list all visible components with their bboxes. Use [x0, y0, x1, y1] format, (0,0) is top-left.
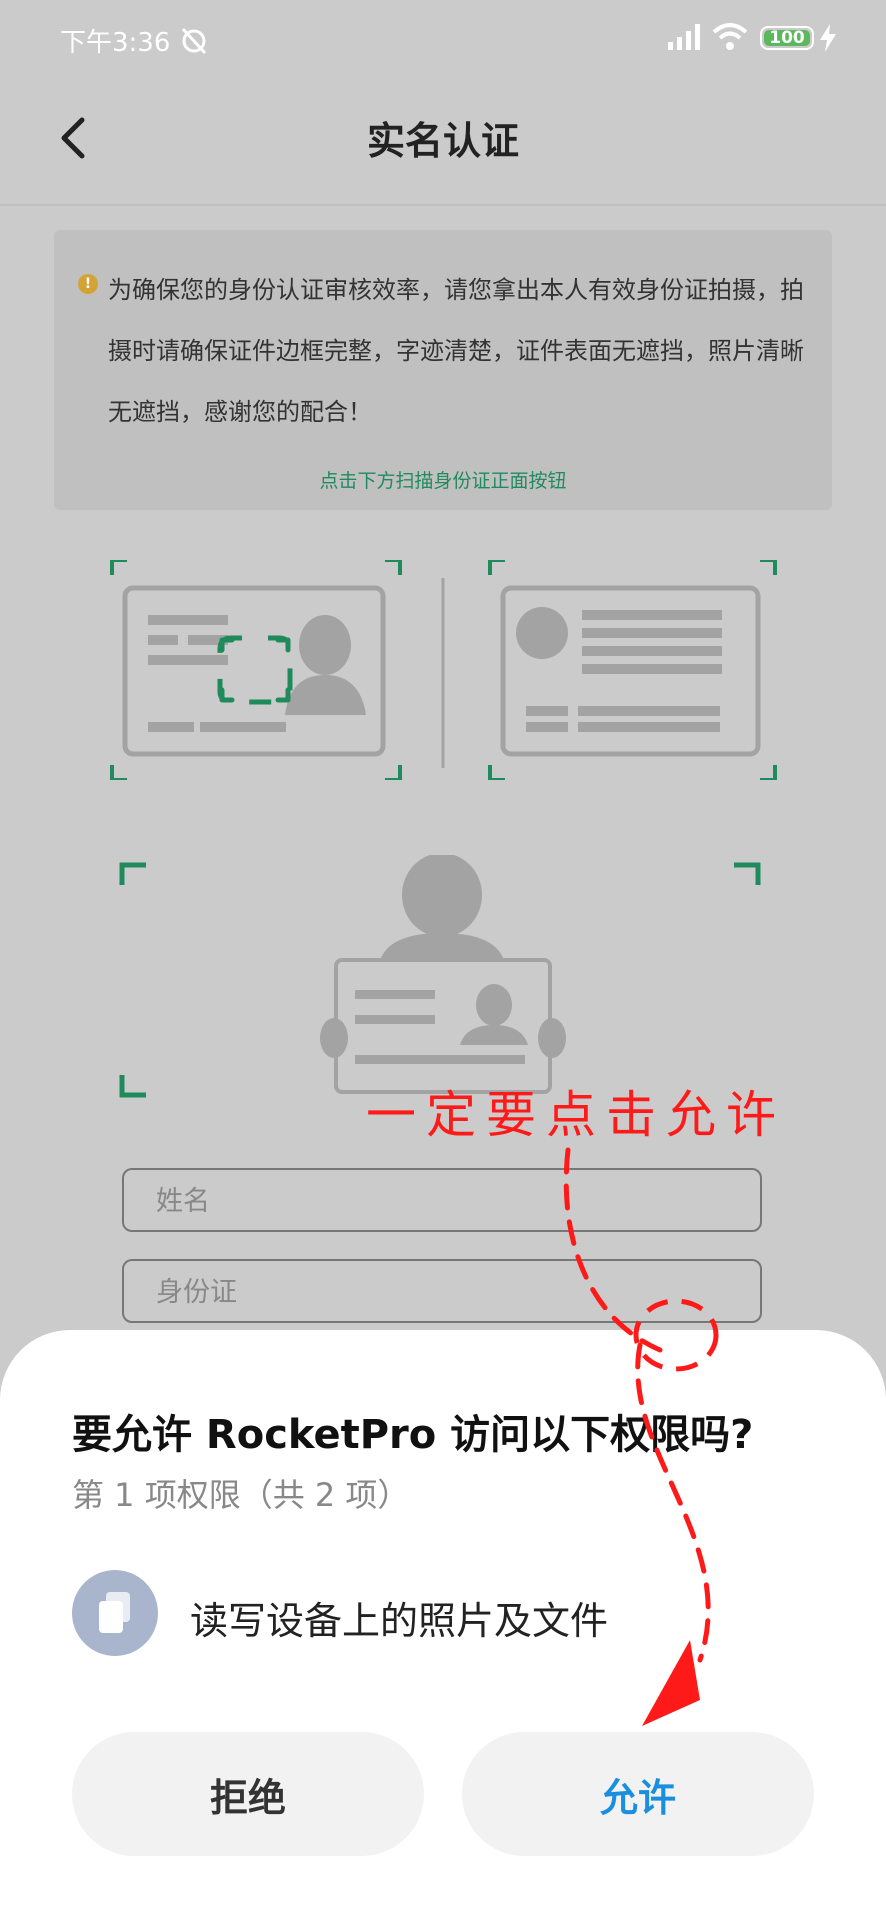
id-card-slots	[110, 560, 777, 780]
files-permission-icon	[72, 1570, 158, 1656]
charging-icon	[820, 24, 836, 52]
wifi-icon	[712, 23, 748, 50]
allow-button[interactable]: 允许	[462, 1732, 814, 1856]
deny-button[interactable]: 拒绝	[72, 1732, 424, 1856]
notice-text: 为确保您的身份认证审核效率，请您拿出本人有效身份证拍摄，拍摄时请确保证件边框完整…	[108, 276, 804, 426]
file-copy-icon	[99, 1592, 130, 1633]
name-input[interactable]	[154, 1170, 758, 1232]
notice-box: ! 为确保您的身份认证审核效率，请您拿出本人有效身份证拍摄，拍摄时请确保证件边框…	[54, 230, 832, 510]
signal-icon	[668, 24, 700, 50]
dialog-title: 要允许 RocketPro 访问以下权限吗?	[72, 1412, 754, 1458]
battery-icon: 100	[760, 26, 814, 50]
status-bar: 下午3:36 100	[0, 0, 886, 80]
dialog-subtitle: 第 1 项权限（共 2 项）	[72, 1476, 410, 1514]
battery-level: 100	[764, 30, 810, 47]
selfie-with-id-slot[interactable]	[110, 855, 770, 1105]
permission-dialog: 要允许 RocketPro 访问以下权限吗? 第 1 项权限（共 2 项） 读写…	[0, 1330, 886, 1920]
id-front-card-slot[interactable]	[110, 560, 402, 780]
status-time: 下午3:36	[60, 28, 171, 58]
page-title: 实名认证	[366, 119, 519, 163]
scan-hint-link[interactable]: 点击下方扫描身份证正面按钮	[54, 466, 832, 493]
id-number-input[interactable]	[154, 1261, 758, 1323]
annotation-text: 一定要点击允许	[366, 1086, 786, 1144]
nav-bar: 实名认证	[0, 80, 886, 206]
name-field[interactable]	[122, 1168, 762, 1232]
alarm-off-icon	[181, 27, 207, 55]
id-back-card-slot[interactable]	[488, 560, 777, 780]
permission-label: 读写设备上的照片及文件	[190, 1599, 609, 1643]
info-icon: !	[78, 274, 98, 294]
id-number-field[interactable]	[122, 1259, 762, 1323]
